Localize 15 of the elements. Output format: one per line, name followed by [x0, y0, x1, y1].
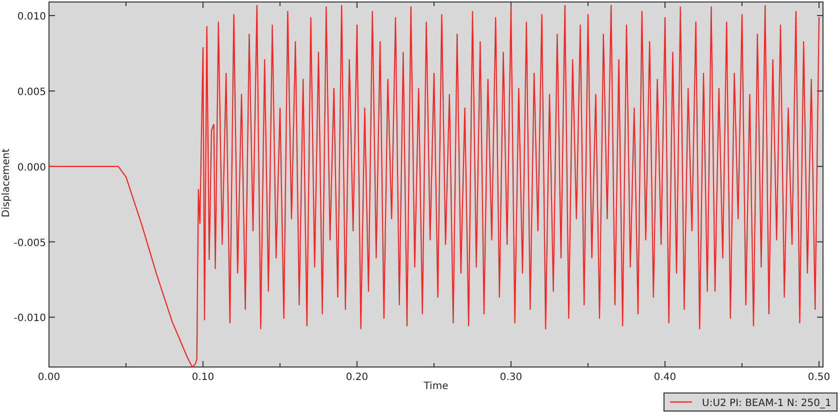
x-tick-label: 0.00 [38, 372, 60, 383]
y-tick-label: 0.000 [17, 162, 46, 174]
x-tick-label: 0.40 [654, 372, 676, 383]
x-tick-label: 0.30 [500, 372, 522, 383]
x-tick-label: 0.10 [192, 372, 214, 383]
y-tick-label: -0.005 [14, 238, 46, 249]
x-axis-title: Time [424, 381, 448, 392]
legend-line-icon [670, 401, 692, 403]
x-tick-label: 0.50 [808, 372, 830, 383]
x-tick-label: 0.20 [346, 372, 368, 383]
legend-label: U:U2 PI: BEAM-1 N: 250_1 [702, 398, 832, 409]
y-tick-label: -0.010 [14, 313, 46, 324]
y-tick-label: 0.010 [17, 12, 46, 23]
y-axis-title: Displacement [1, 148, 12, 218]
y-tick-label: 0.005 [17, 87, 46, 98]
